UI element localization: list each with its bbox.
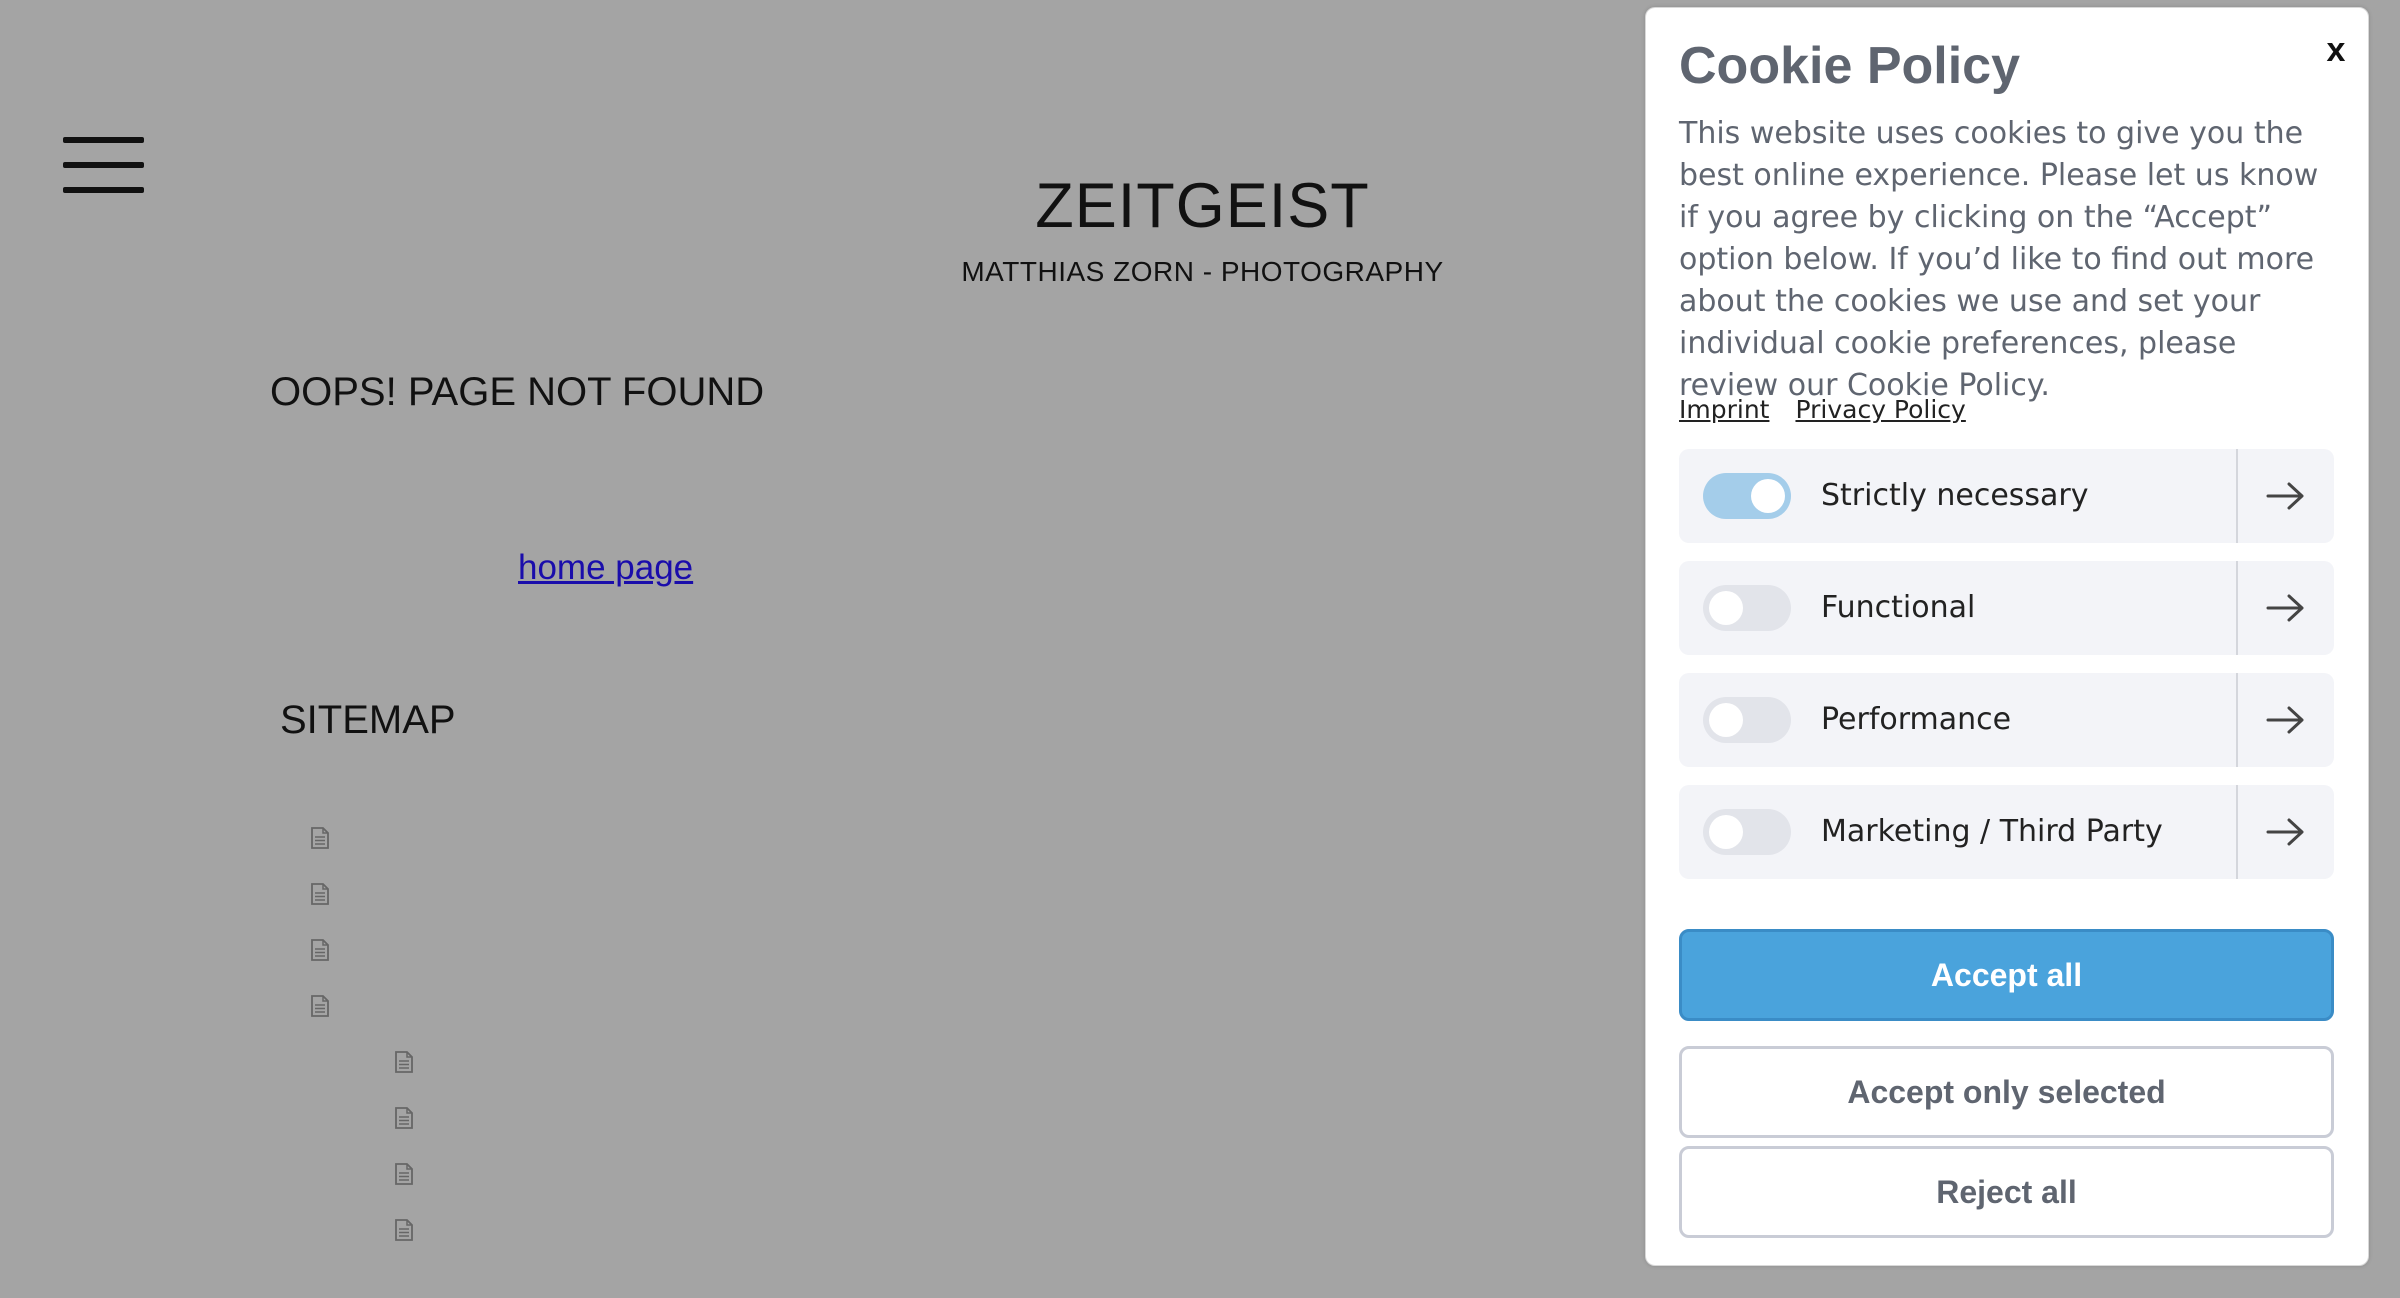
cookie-dialog-title: Cookie Policy: [1679, 37, 2020, 95]
performance-toggle[interactable]: [1703, 697, 1791, 743]
menu-bar: [63, 137, 144, 143]
category-strictly-necessary: Strictly necessary: [1679, 449, 2334, 543]
sitemap-item[interactable]: [311, 827, 331, 849]
category-functional: Functional: [1679, 561, 2334, 655]
sitemap-item[interactable]: [311, 939, 331, 961]
marketing-toggle[interactable]: [1703, 809, 1791, 855]
toggle-knob: [1751, 479, 1785, 513]
document-icon: [395, 1107, 413, 1129]
arrow-right-icon[interactable]: [2238, 449, 2334, 543]
arrow-right-icon[interactable]: [2238, 561, 2334, 655]
reject-all-button[interactable]: Reject all: [1679, 1146, 2334, 1238]
policy-links: Imprint Privacy Policy: [1679, 395, 1992, 424]
sitemap-subitem[interactable]: [395, 1219, 415, 1241]
menu-bar: [63, 162, 144, 168]
strictly-necessary-toggle[interactable]: [1703, 473, 1791, 519]
category-label: Functional: [1821, 590, 1976, 625]
sitemap-item[interactable]: [311, 883, 331, 905]
home-page-link[interactable]: home page: [518, 548, 693, 588]
imprint-link[interactable]: Imprint: [1679, 395, 1769, 424]
category-marketing: Marketing / Third Party: [1679, 785, 2334, 879]
category-label: Marketing / Third Party: [1821, 814, 2163, 849]
error-title: OOPS! PAGE NOT FOUND: [270, 370, 765, 414]
document-icon: [311, 939, 329, 961]
category-performance: Performance: [1679, 673, 2334, 767]
toggle-knob: [1709, 591, 1743, 625]
document-icon: [395, 1163, 413, 1185]
sitemap-title: SITEMAP: [280, 698, 456, 742]
sitemap-subitem[interactable]: [395, 1163, 415, 1185]
document-icon: [395, 1219, 413, 1241]
cookie-dialog: Cookie Policy x This website uses cookie…: [1645, 7, 2369, 1266]
arrow-right-icon[interactable]: [2238, 673, 2334, 767]
sitemap-subitem[interactable]: [395, 1051, 415, 1073]
functional-toggle[interactable]: [1703, 585, 1791, 631]
category-label: Performance: [1821, 702, 2012, 737]
close-button[interactable]: x: [2319, 30, 2353, 70]
document-icon: [395, 1051, 413, 1073]
category-label: Strictly necessary: [1821, 478, 2089, 513]
toggle-knob: [1709, 815, 1743, 849]
toggle-knob: [1709, 703, 1743, 737]
cookie-description: This website uses cookies to give you th…: [1679, 116, 2319, 403]
document-icon: [311, 883, 329, 905]
accept-all-button[interactable]: Accept all: [1679, 929, 2334, 1021]
sitemap-item[interactable]: [311, 995, 331, 1017]
sitemap-subitem[interactable]: [395, 1107, 415, 1129]
document-icon: [311, 995, 329, 1017]
accept-selected-button[interactable]: Accept only selected: [1679, 1046, 2334, 1138]
document-icon: [311, 827, 329, 849]
privacy-policy-link[interactable]: Privacy Policy: [1795, 395, 1965, 424]
arrow-right-icon[interactable]: [2238, 785, 2334, 879]
